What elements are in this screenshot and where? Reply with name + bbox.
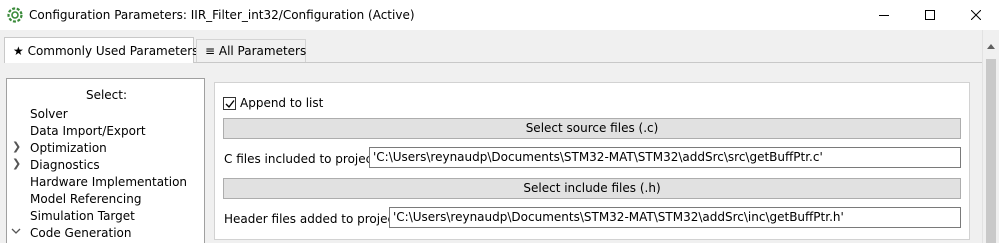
close-button[interactable] [953, 0, 999, 30]
parameters-panel: Append to list Select source files (.c) … [214, 82, 970, 240]
minimize-icon [879, 15, 889, 16]
checkmark-icon [225, 100, 235, 109]
append-to-list-label[interactable]: Append to list [240, 96, 323, 110]
tab-commonly-used-parameters[interactable]: ★ Commonly Used Parameters [4, 37, 198, 63]
tab-label: ≡ All Parameters [205, 44, 307, 58]
tree-header: Select: [85, 88, 128, 102]
header-files-label: Header files added to project [224, 212, 399, 226]
header-files-input[interactable]: 'C:\Users\reynaudp\Documents\STM32-MAT\S… [389, 207, 961, 228]
c-files-label: C files included to project [224, 152, 377, 166]
close-icon [971, 10, 981, 20]
tree-item-simulation-target[interactable]: Simulation Target [30, 209, 135, 223]
scroll-up-icon[interactable] [987, 44, 995, 49]
vertical-scrollbar[interactable] [982, 30, 999, 243]
tree-item-hardware-implementation[interactable]: Hardware Implementation [30, 175, 187, 189]
tab-all-parameters[interactable]: ≡ All Parameters [196, 39, 306, 62]
title-bar: Configuration Parameters: IIR_Filter_int… [0, 0, 999, 30]
chevron-right-icon[interactable]: ❯ [12, 157, 21, 170]
tree-item-solver[interactable]: Solver [30, 107, 68, 121]
maximize-icon [925, 10, 935, 20]
c-files-input[interactable]: 'C:\Users\reynaudp\Documents\STM32-MAT\S… [369, 147, 961, 168]
maximize-button[interactable] [907, 0, 953, 30]
tree-item-diagnostics[interactable]: Diagnostics [30, 158, 100, 172]
simulink-gear-icon [7, 7, 23, 23]
select-source-files-button[interactable]: Select source files (.c) [223, 118, 961, 139]
append-to-list-checkbox[interactable] [223, 97, 236, 110]
main-area: ★ Commonly Used Parameters ≡ All Paramet… [0, 30, 999, 243]
window-title: Configuration Parameters: IIR_Filter_int… [29, 8, 415, 22]
scroll-thumb[interactable] [986, 59, 996, 243]
minimize-button[interactable] [861, 0, 907, 30]
chevron-down-icon[interactable] [11, 226, 21, 239]
tree-item-data-import-export[interactable]: Data Import/Export [30, 124, 146, 138]
tree-item-optimization[interactable]: Optimization [30, 141, 107, 155]
category-tree: Select: Solver Data Import/Export ❯ Opti… [6, 78, 205, 243]
tree-item-code-generation[interactable]: Code Generation [30, 226, 131, 240]
tab-label: ★ Commonly Used Parameters [13, 43, 199, 58]
tree-item-model-referencing[interactable]: Model Referencing [30, 192, 141, 206]
chevron-right-icon[interactable]: ❯ [12, 140, 21, 153]
select-include-files-button[interactable]: Select include files (.h) [223, 178, 961, 199]
